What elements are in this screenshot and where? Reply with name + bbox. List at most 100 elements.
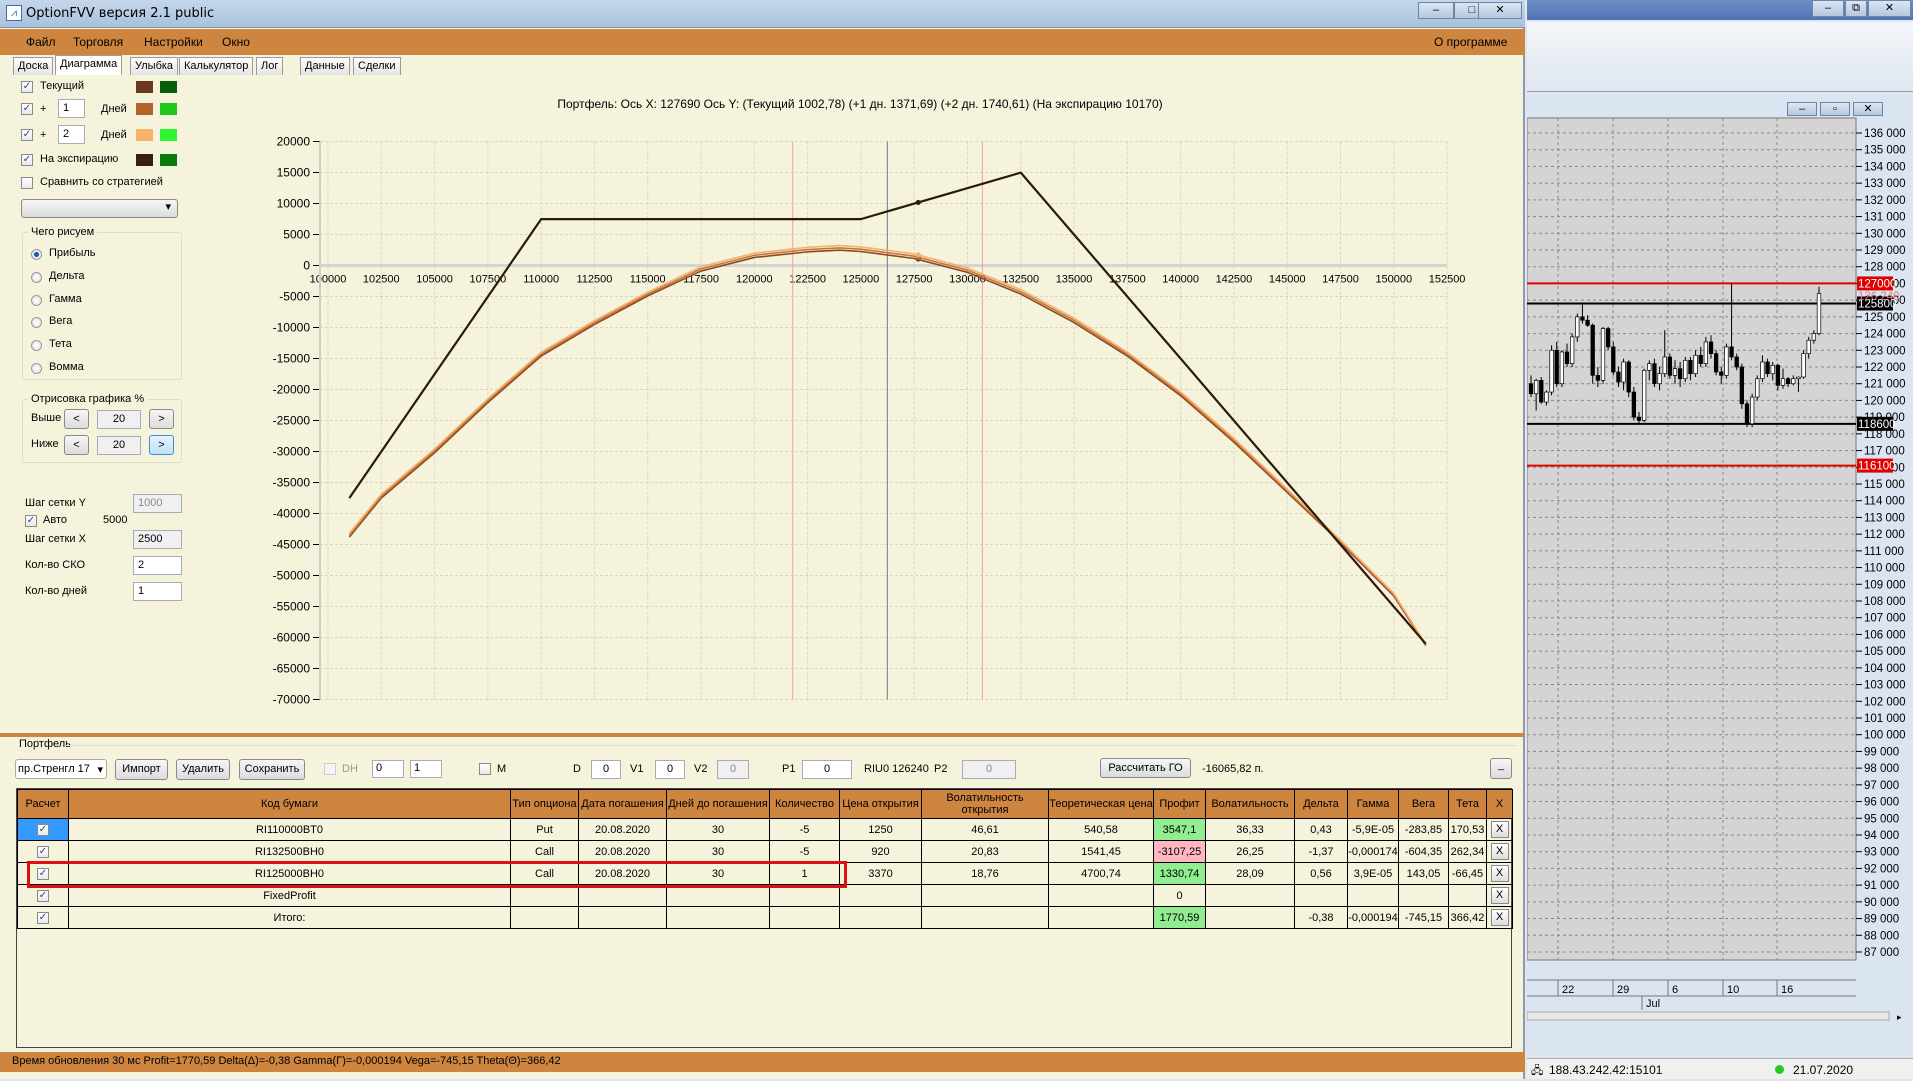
price-label: 88 000	[1864, 930, 1899, 942]
collapse-button[interactable]: _	[1490, 758, 1512, 779]
table-row[interactable]: ✓ Итого: 1770,59 -0,38 -0,000194 -745,15 366,4…	[17, 906, 1513, 929]
column-header[interactable]: Дней до погашения	[666, 789, 770, 819]
horizontal-scrollbar[interactable]	[1527, 1011, 1890, 1021]
table-row[interactable]: ✓ RI110000BT0 Put 20.08.2020 30 -5 1250 46,61 54…	[17, 818, 1513, 841]
code-cell: RI110000BT0	[68, 818, 511, 841]
column-header[interactable]: Гамма	[1347, 789, 1399, 819]
remove-row-button[interactable]: X	[1490, 843, 1509, 860]
column-header[interactable]: Теоретическая цена	[1048, 789, 1154, 819]
candle	[1595, 375, 1601, 381]
column-header[interactable]: Профит	[1153, 789, 1206, 819]
y-tick-label: -30000	[273, 445, 311, 459]
theo-cell	[1048, 884, 1154, 907]
candle	[1785, 378, 1791, 385]
candle	[1580, 316, 1585, 321]
price-label: 110 000	[1864, 563, 1905, 575]
candle	[1533, 380, 1539, 395]
m-checkbox[interactable]	[479, 763, 491, 775]
d-input[interactable]: 0	[591, 760, 621, 779]
scroll-right-icon[interactable]: ▸	[1897, 1012, 1902, 1022]
remove-row-button[interactable]: X	[1490, 821, 1509, 838]
dh-checkbox[interactable]	[324, 763, 336, 775]
p1-input[interactable]: 0	[802, 760, 852, 779]
level-label: 116100	[1858, 461, 1896, 473]
v1-input[interactable]: 0	[655, 760, 685, 779]
import-button[interactable]: Импорт	[115, 759, 168, 780]
days-cell: 30	[666, 818, 770, 841]
column-header[interactable]: Код бумаги	[68, 789, 511, 819]
column-header[interactable]: Тета	[1448, 789, 1487, 819]
calc-checkbox[interactable]: ✓	[37, 824, 49, 836]
strategy-value: пр.Стренгл 17	[18, 763, 90, 775]
column-header[interactable]: Количество	[769, 789, 840, 819]
column-header[interactable]: Цена открытия	[839, 789, 922, 819]
gamma-cell: -0,000174	[1347, 840, 1399, 863]
price-label: 135 000	[1864, 145, 1906, 157]
dh-spin-1[interactable]: 0	[372, 760, 404, 778]
calc-checkbox[interactable]: ✓	[37, 890, 49, 902]
qty-cell: -5	[769, 818, 840, 841]
y-tick-label: -45000	[273, 538, 311, 552]
dh-spin-2[interactable]: 1	[410, 760, 442, 778]
strategy-dropdown[interactable]: пр.Стренгл 17 ▾	[15, 759, 107, 779]
vol_open-cell: 46,61	[921, 818, 1049, 841]
delete-button[interactable]: Удалить	[176, 759, 230, 780]
gamma-cell: -5,9E-05	[1347, 818, 1399, 841]
splitter[interactable]	[0, 733, 1525, 737]
vol-cell	[1205, 884, 1295, 907]
plot-area	[1527, 117, 1857, 961]
column-header[interactable]: Волатильность	[1205, 789, 1295, 819]
status-bar: Время обновления 30 мс Profit=1770,59 De…	[0, 1052, 1525, 1072]
candle	[1662, 356, 1667, 375]
price-label: 99 000	[1864, 746, 1899, 758]
remove-row-button[interactable]: X	[1490, 865, 1509, 882]
table-row[interactable]: ✓ RI132500BH0 Call 20.08.2020 30 -5 920 20,83 15…	[17, 840, 1513, 863]
date-label: 16	[1781, 984, 1793, 996]
column-header[interactable]: Вега	[1398, 789, 1449, 819]
candle	[1539, 380, 1544, 403]
price-label: 108 000	[1864, 596, 1906, 608]
candle	[1672, 368, 1678, 376]
remove-row-button[interactable]: X	[1490, 909, 1509, 926]
candle	[1585, 319, 1590, 326]
y-tick-label: -15000	[273, 352, 311, 366]
price-label: 131 000	[1864, 212, 1906, 224]
date-cell: 20.08.2020	[578, 840, 667, 863]
calc-checkbox[interactable]: ✓	[37, 912, 49, 924]
column-header[interactable]: Расчет	[17, 789, 69, 819]
x-tick-label: 112500	[577, 274, 613, 286]
candlestick-chart[interactable]: 136 000 135 000 134 000 133 000 132 000 131 0…	[1527, 0, 1913, 1079]
p2-input[interactable]: 0	[962, 760, 1016, 779]
column-header[interactable]: Дельта	[1294, 789, 1348, 819]
price-label: 133 000	[1864, 178, 1906, 190]
positions-table: Расчет Код бумаги Тип опциона Дата погашени…	[17, 789, 1513, 929]
y-tick-label: -35000	[273, 476, 311, 490]
delta-cell: -1,37	[1294, 840, 1348, 863]
v2-label: V2	[694, 763, 708, 775]
x-tick-label: 152500	[1429, 274, 1466, 286]
column-header[interactable]: Волатильность открытия	[921, 789, 1049, 819]
candle	[1559, 351, 1565, 385]
qty-cell: -5	[769, 840, 840, 863]
date-label: 10	[1727, 984, 1739, 996]
profit-chart[interactable]: 100000 102500 105000 107500 110000 112500 1150…	[0, 0, 1525, 733]
candle	[1724, 346, 1729, 376]
type-cell: Put	[510, 818, 579, 841]
column-header[interactable]: Тип опциона	[510, 789, 579, 819]
column-header[interactable]: Дата погашения	[578, 789, 667, 819]
x-tick-label: 142500	[1216, 274, 1253, 286]
candle	[1554, 349, 1559, 385]
calculate-go-button[interactable]: Рассчитать ГО	[1100, 758, 1191, 778]
remove-row-button[interactable]: X	[1490, 887, 1509, 904]
candle	[1569, 336, 1575, 365]
save-button[interactable]: Сохранить	[239, 759, 305, 780]
candle	[1667, 356, 1673, 376]
calc-checkbox[interactable]: ✓	[37, 846, 49, 858]
candle	[1806, 339, 1811, 354]
positions-grid: Расчет Код бумаги Тип опциона Дата погашени…	[16, 788, 1513, 1048]
column-header[interactable]: X	[1486, 789, 1513, 819]
level-label: 118600	[1858, 419, 1896, 431]
cursor-marker	[915, 199, 921, 205]
y-tick-label: 0	[303, 259, 310, 273]
v2-input[interactable]: 0	[717, 760, 749, 779]
